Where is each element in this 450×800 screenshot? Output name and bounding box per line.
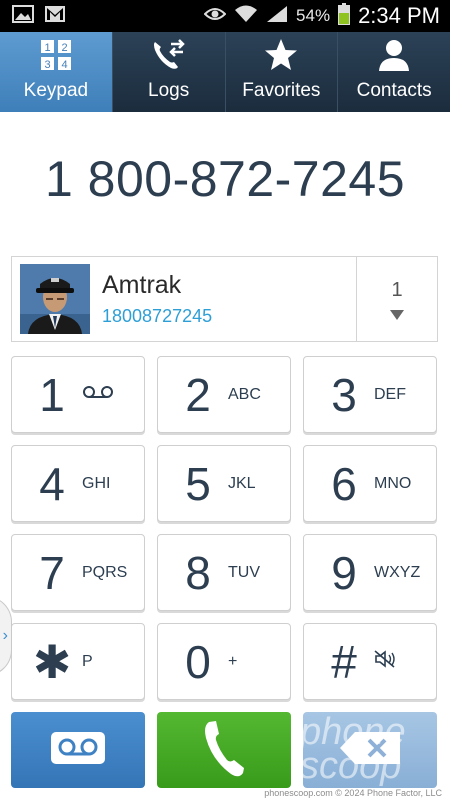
clock: 2:34 PM — [358, 3, 440, 28]
contact-match[interactable]: Amtrak 18008727245 — [12, 257, 357, 341]
key-hash[interactable]: # — [303, 623, 437, 700]
key-digit: 4 — [39, 457, 65, 510]
svg-text:3: 3 — [44, 59, 50, 71]
tab-label: Contacts — [356, 80, 432, 101]
battery-icon — [338, 2, 351, 30]
key-digit: 7 — [39, 546, 65, 599]
dialer-screen: 54% 2:34 PM 1 2 3 4 Keypad Logs Favorite… — [0, 0, 450, 800]
voicemail-icon — [50, 731, 106, 770]
key-digit: 3 — [331, 368, 357, 421]
key-letters: GHI — [82, 474, 111, 492]
key-4[interactable]: 4 GHI — [11, 445, 145, 522]
keypad-icon: 1 2 3 4 — [40, 36, 72, 74]
contact-name: Amtrak — [102, 271, 182, 299]
contact-phone: 18008727245 — [102, 306, 213, 326]
svg-text:4: 4 — [61, 59, 67, 71]
key-3[interactable]: 3 DEF — [303, 356, 437, 433]
gmail-icon — [44, 5, 66, 28]
key-digit: ✱ — [32, 635, 72, 688]
key-digit: 8 — [185, 546, 211, 599]
key-5[interactable]: 5 JKL — [157, 445, 291, 522]
call-button[interactable] — [157, 712, 291, 788]
key-digit: 0 — [185, 635, 211, 688]
key-letters: JKL — [228, 474, 256, 492]
key-digit: 1 — [39, 368, 65, 421]
tab-logs[interactable]: Logs — [113, 32, 226, 112]
image-icon — [12, 4, 34, 28]
svg-text:1: 1 — [44, 42, 50, 54]
wifi-icon — [234, 5, 258, 28]
key-8[interactable]: 8 TUV — [157, 534, 291, 611]
dialed-number[interactable]: 1 800-872-7245 — [0, 150, 450, 208]
key-letters: MNO — [374, 474, 412, 492]
key-1[interactable]: 1 — [11, 356, 145, 433]
key-2[interactable]: 2 ABC — [157, 356, 291, 433]
key-digit: 6 — [331, 457, 357, 510]
match-count-dropdown[interactable]: 1 — [357, 257, 437, 341]
key-star[interactable]: ✱ P — [11, 623, 145, 700]
person-icon — [377, 36, 411, 74]
key-digit: 5 — [185, 457, 211, 510]
contact-suggestion[interactable]: Amtrak 18008727245 1 — [11, 256, 438, 342]
tab-bar: 1 2 3 4 Keypad Logs Favorites Contacts — [0, 32, 450, 112]
voicemail-icon — [78, 385, 130, 404]
call-log-icon — [151, 36, 187, 74]
key-letters: + — [228, 652, 238, 670]
tab-label: Logs — [148, 80, 190, 101]
match-count: 1 — [391, 278, 403, 301]
status-bar: 54% 2:34 PM — [0, 0, 450, 32]
signal-icon — [266, 5, 288, 28]
eye-icon — [203, 6, 227, 27]
avatar — [20, 264, 90, 334]
key-digit: 9 — [331, 546, 357, 599]
svg-text:2: 2 — [61, 42, 67, 54]
battery-percent: 54% — [296, 6, 331, 25]
key-letters: ABC — [228, 385, 261, 403]
key-letters: TUV — [228, 563, 260, 581]
phone-icon — [201, 718, 247, 783]
watermark: phone scoop — [300, 711, 406, 787]
key-7[interactable]: 7 PQRS — [11, 534, 145, 611]
key-letters: PQRS — [82, 563, 128, 581]
tab-label: Favorites — [242, 80, 321, 101]
key-digit: # — [331, 635, 357, 688]
chevron-right-icon: › — [2, 627, 8, 644]
footer-credit: phonescoop.com © 2024 Phone Factor, LLC — [264, 788, 442, 798]
key-6[interactable]: 6 MNO — [303, 445, 437, 522]
key-letters: P — [82, 652, 93, 670]
key-letters: WXYZ — [374, 563, 421, 581]
chevron-down-icon — [390, 309, 404, 320]
key-letters: DEF — [374, 385, 406, 403]
key-0[interactable]: 0 + — [157, 623, 291, 700]
star-icon — [264, 36, 298, 74]
tab-contacts[interactable]: Contacts — [338, 32, 450, 112]
key-9[interactable]: 9 WXYZ — [303, 534, 437, 611]
tab-keypad[interactable]: 1 2 3 4 Keypad — [0, 32, 113, 112]
tab-label: Keypad — [23, 80, 89, 101]
mute-icon — [370, 650, 422, 673]
tab-favorites[interactable]: Favorites — [226, 32, 339, 112]
voicemail-button[interactable] — [11, 712, 145, 788]
key-digit: 2 — [185, 368, 211, 421]
